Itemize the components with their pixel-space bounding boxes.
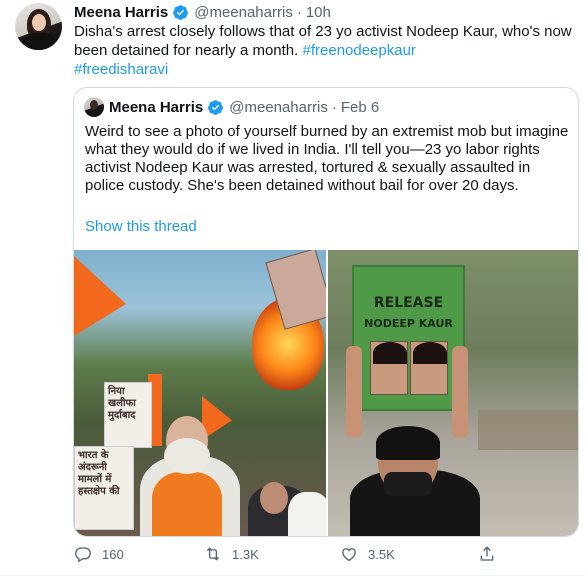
separator-dot: · [296,3,302,21]
retweet-button[interactable]: 1.3K [204,541,259,567]
face-mask [384,472,432,496]
raised-arm [452,346,468,438]
raised-arm [346,346,362,438]
protester [288,492,326,536]
protester-beard [164,438,210,474]
protest-sign: भारत के अंदरूनी मामलों में हस्तक्षेप की [74,446,134,530]
sign-portrait [410,341,448,395]
quoted-author-handle: @meenaharris [229,98,328,116]
reply-count: 160 [102,546,124,562]
quoted-tweet[interactable]: Meena Harris @meenaharris · Feb 6 Weird … [73,87,579,537]
protest-photo-left[interactable]: निया खलीफा मुर्दाबाद भारत के अंदरूनी माम… [74,250,326,536]
quoted-avatar [84,97,104,117]
heart-icon [342,548,356,562]
author-handle[interactable]: @meenaharris [194,4,293,21]
saffron-flag [74,256,126,336]
quoted-tweet-header: Meena Harris @meenaharris · Feb 6 [84,97,379,117]
sign-portrait [370,341,408,395]
sign-line-release: RELEASE [373,295,444,311]
quoted-tweet-text: Weird to see a photo of yourself burned … [85,123,569,194]
share-button[interactable] [478,541,496,567]
author-name[interactable]: Meena Harris [74,4,168,21]
protester-saffron-scarf [152,472,222,536]
like-count: 3.5K [368,546,395,562]
retweet-count: 1.3K [232,546,259,562]
tweet[interactable]: Meena Harris @meenaharris · 10h Disha's … [0,0,586,584]
avatar-body [23,33,55,50]
quoted-tweet-date: Feb 6 [340,98,380,116]
avatar[interactable] [15,3,62,50]
sign-line-name: NODEEP KAUR [364,317,453,330]
hashtag-link-freenodeepkaur[interactable]: #freenodeepkaur [303,42,416,59]
tweet-text: Disha's arrest closely follows that of 2… [74,22,574,79]
verified-badge-icon [173,4,189,20]
protest-sign: निया खलीफा मुर्दाबाद [104,382,152,448]
hashtag-link-freedisharavi[interactable]: #freedisharavi [74,61,168,78]
quoted-author-name: Meena Harris [109,98,204,116]
tweet-timestamp[interactable]: 10h [306,4,331,21]
show-thread-link[interactable]: Show this thread [85,218,197,235]
protest-photo-right[interactable]: RELEASE NODEEP KAUR [328,250,578,536]
protester-hair [376,426,440,460]
release-sign: RELEASE NODEEP KAUR [352,265,465,411]
share-icon [480,546,494,561]
separator-dot: · [331,98,337,116]
protester-head [260,482,288,514]
reply-button[interactable]: 160 [74,541,124,567]
quoted-media: निया खलीफा मुर्दाबाद भारत के अंदरूनी माम… [74,250,578,536]
tweet-header: Meena Harris @meenaharris · 10h [74,2,331,22]
verified-badge-icon [208,99,224,115]
like-button[interactable]: 3.5K [340,541,395,567]
avatar-face [32,14,46,31]
retweet-icon [206,547,220,561]
reply-icon [75,547,91,563]
crowd-background [478,410,578,450]
tweet-actions: 160 1.3K 3.5K [74,541,574,567]
divider [0,575,586,576]
